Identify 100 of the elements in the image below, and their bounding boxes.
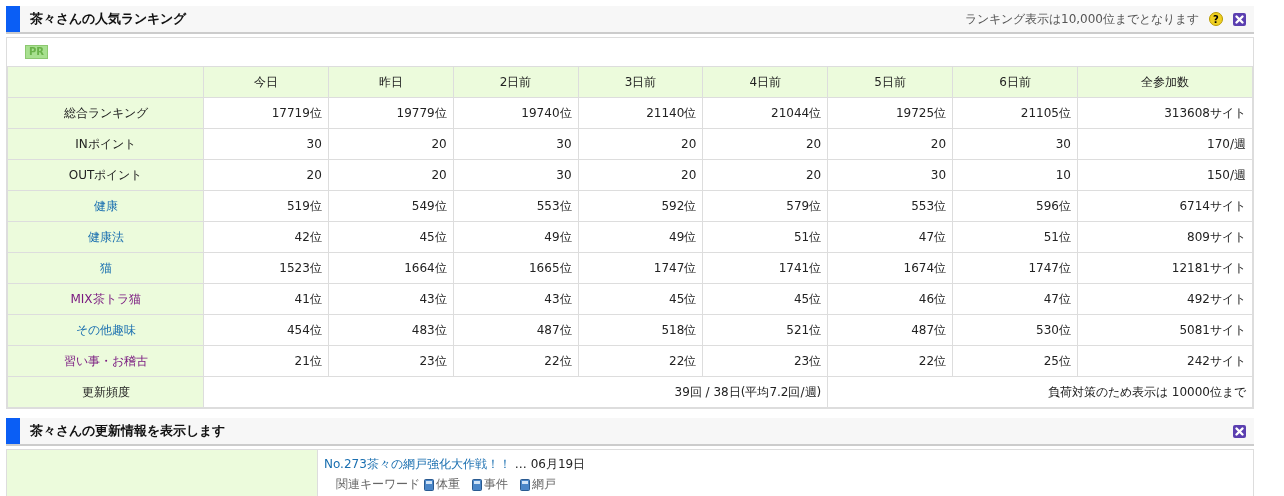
header-accent [6,6,20,32]
table-cell: 492サイト [1077,283,1253,315]
table-cell: 1747位 [952,252,1078,284]
table-cell: 45位 [578,283,703,315]
table-cell: 22位 [827,345,953,377]
table-cell: 45位 [702,283,828,315]
keyword-link[interactable]: 網戸 [532,476,556,493]
close-icon[interactable] [1233,424,1246,438]
table-cell: 1523位 [203,252,329,284]
table-cell: 487位 [827,314,953,346]
keyword-link[interactable]: 事件 [484,476,508,493]
table-cell: 1741位 [702,252,828,284]
category-link[interactable]: MIX茶トラ猫 [70,291,141,306]
category-link[interactable]: その他趣味 [75,322,136,337]
table-cell: 530位 [952,314,1078,346]
table-cell: 553位 [453,190,579,222]
table-cell: 1665位 [453,252,579,284]
table-cell: 23位 [328,345,454,377]
entry-link[interactable]: No.273茶々の網戸強化大作戦！！ [324,456,511,473]
table-cell: 12181サイト [1077,252,1253,284]
table-cell: 30 [952,128,1078,160]
category-link[interactable]: 猫 [99,260,112,275]
table-cell: 51位 [952,221,1078,253]
table-cell: 43位 [328,283,454,315]
ranking-note: ランキング表示は10,000位までとなります [965,10,1199,28]
column-header: 3日前 [578,66,703,98]
entry-date: … 06月19日 [514,456,586,473]
table-cell: 30 [453,159,579,191]
table-cell: 22位 [578,345,703,377]
table-cell: 1674位 [827,252,953,284]
category-link[interactable]: 健康 [93,198,118,213]
table-cell: 553位 [827,190,953,222]
table-cell: 487位 [453,314,579,346]
pr-badge: PR [25,45,49,59]
table-cell: 49位 [578,221,703,253]
column-header: 2日前 [453,66,579,98]
table-cell: 47位 [952,283,1078,315]
keyword-link[interactable]: 体重 [436,476,460,493]
table-cell: 46位 [827,283,953,315]
row-label: OUTポイント [68,167,143,182]
table-cell: 592位 [578,190,703,222]
table-cell: 20 [328,128,454,160]
table-cell: 549位 [328,190,454,222]
header-accent [6,418,20,444]
table-cell: 1747位 [578,252,703,284]
table-cell: 30 [827,159,953,191]
table-cell: 22位 [453,345,579,377]
category-link[interactable]: 習い事・お稽古 [63,353,148,368]
table-cell: 49位 [453,221,579,253]
table-cell: 30 [203,128,329,160]
column-header: 全参加数 [1077,66,1253,98]
column-header: 今日 [203,66,329,98]
notebook-icon [520,478,530,491]
table-cell: 313608サイト [1077,97,1253,129]
table-cell: 21105位 [952,97,1078,129]
table-cell: 17719位 [203,97,329,129]
column-header: 5日前 [827,66,953,98]
table-cell: 20 [578,128,703,160]
column-header: 6日前 [952,66,1078,98]
table-cell: 41位 [203,283,329,315]
table-cell: 21位 [203,345,329,377]
help-button[interactable]: ? [1209,12,1223,26]
table-cell: 518位 [578,314,703,346]
table-cell: 45位 [328,221,454,253]
notebook-icon [424,478,434,491]
table-cell: 483位 [328,314,454,346]
table-cell: 25位 [952,345,1078,377]
table-cell: 19779位 [328,97,454,129]
column-header: 昨日 [328,66,454,98]
table-cell: 51位 [702,221,828,253]
table-cell: 39回 / 38日(平均7.2回/週) [203,376,828,408]
table-cell: 21140位 [578,97,703,129]
close-icon[interactable] [1233,12,1246,26]
table-cell: 10 [952,159,1078,191]
table-cell: 30 [453,128,579,160]
table-cell: 42位 [203,221,329,253]
table-cell: 596位 [952,190,1078,222]
column-header: 4日前 [702,66,828,98]
table-cell: 19725位 [827,97,953,129]
table-cell: 454位 [203,314,329,346]
table-cell: 521位 [702,314,828,346]
row-label: 総合ランキング [63,105,148,120]
row-label: INポイント [75,136,136,151]
table-cell: 1664位 [328,252,454,284]
table-cell: 47位 [827,221,953,253]
notebook-icon [472,478,482,491]
category-link[interactable]: 健康法 [87,229,124,244]
table-cell: 6714サイト [1077,190,1253,222]
table-cell: 579位 [702,190,828,222]
table-cell: 170/週 [1077,128,1253,160]
table-cell: 20 [827,128,953,160]
keywords-label: 関連キーワード [336,476,420,493]
table-cell: 20 [702,128,828,160]
table-cell: 5081サイト [1077,314,1253,346]
table-cell: 20 [203,159,329,191]
panel-title: 茶々さんの人気ランキング [30,10,188,28]
table-cell: 519位 [203,190,329,222]
row-label: 更新頻度 [81,384,130,399]
table-cell: 負荷対策のため表示は 10000位まで [827,376,1253,408]
table-cell: 242サイト [1077,345,1253,377]
